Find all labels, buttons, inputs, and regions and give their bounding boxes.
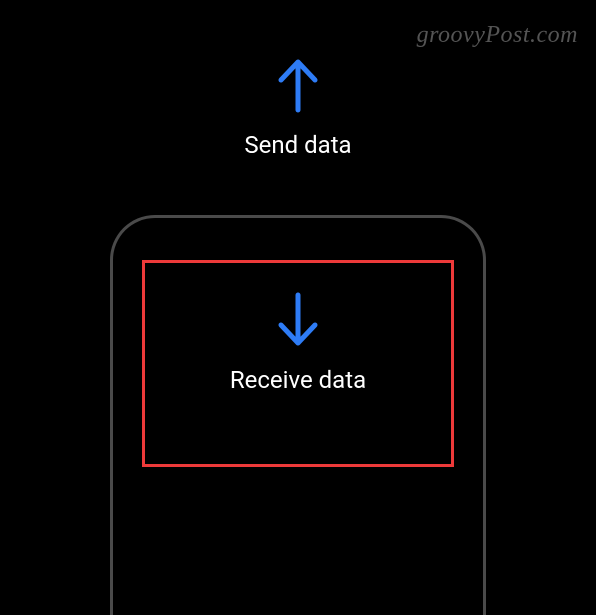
send-data-option[interactable]: Send data (0, 55, 596, 159)
arrow-up-icon (273, 55, 323, 115)
watermark-text: groovyPost.com (417, 22, 578, 49)
arrow-down-icon (273, 290, 323, 350)
receive-data-option[interactable]: Receive data (0, 290, 596, 394)
send-data-label: Send data (244, 131, 351, 159)
receive-data-label: Receive data (230, 366, 366, 394)
